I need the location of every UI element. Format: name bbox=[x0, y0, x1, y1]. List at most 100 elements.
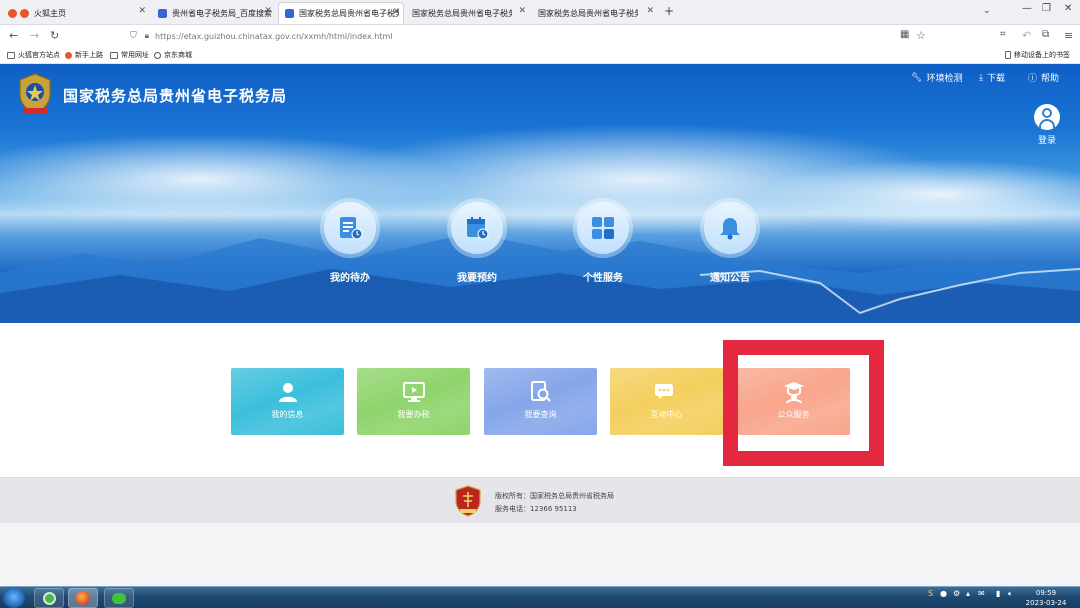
hero-item-label: 我要预约 bbox=[457, 273, 497, 284]
crop-icon[interactable]: ⌗ bbox=[1000, 29, 1006, 40]
tab-label: 贵州省电子税务局_百度搜索 bbox=[172, 8, 272, 18]
system-clock[interactable]: 09:59 2023-03-24 bbox=[1024, 588, 1068, 608]
footer-copyright: 版权所有：国家税务总局贵州省税务局 bbox=[495, 492, 614, 500]
taskbar-app-firefox[interactable] bbox=[68, 588, 98, 608]
bookmark-label: 火狐官方站点 bbox=[18, 51, 60, 59]
url-text[interactable]: https://etax.guizhou.chinatax.gov.cn/xxm… bbox=[155, 32, 392, 41]
close-icon[interactable]: ✕ bbox=[392, 7, 400, 17]
env-check-label: 环境检测 bbox=[926, 74, 963, 84]
firefox-icon bbox=[8, 8, 17, 18]
start-button[interactable] bbox=[3, 588, 25, 608]
forward-arrow-icon[interactable]: → bbox=[30, 29, 39, 42]
undo-icon[interactable]: ↶ bbox=[1022, 29, 1031, 42]
minimize-icon[interactable]: — bbox=[1022, 3, 1032, 14]
reload-icon[interactable]: ↻ bbox=[50, 29, 59, 42]
download-icon: ⤓ bbox=[979, 72, 983, 83]
bookmark-getting-started[interactable]: 新手上路 bbox=[65, 50, 103, 60]
bookmark-firefox-site[interactable]: 火狐官方站点 bbox=[7, 50, 60, 60]
close-icon[interactable]: ✕ bbox=[646, 6, 654, 16]
hero-item-label: 通知公告 bbox=[710, 273, 750, 284]
card-interaction-center[interactable]: 互动中心 bbox=[610, 368, 723, 435]
card-query[interactable]: 我要查询 bbox=[484, 368, 597, 435]
tray-app-icon[interactable]: S bbox=[928, 589, 933, 598]
site-footer: 版权所有：国家税务总局贵州省税务局 服务电话：12366 95113 bbox=[0, 477, 1080, 523]
card-label: 我要查询 bbox=[524, 410, 557, 419]
qr-code-icon[interactable]: ▦ bbox=[900, 29, 909, 40]
tab-etax-2[interactable]: 国家税务总局贵州省电子税务局 ✕ bbox=[406, 2, 530, 24]
bookmark-jd[interactable]: 京东商城 bbox=[154, 50, 192, 60]
site-favicon-icon bbox=[285, 9, 294, 18]
chevron-down-icon[interactable]: ⌄ bbox=[983, 6, 991, 16]
download-label: 下载 bbox=[986, 74, 1005, 84]
tax-emblem-logo bbox=[455, 485, 481, 517]
bookmarks-bar: 火狐官方站点 新手上路 常用网址 京东商城 移动设备上的书签 bbox=[0, 47, 1080, 64]
hero-item-label: 个性服务 bbox=[583, 273, 623, 284]
avatar-icon bbox=[1034, 104, 1060, 130]
firefox-icon bbox=[65, 51, 72, 59]
windows-taskbar: S ● ⚙ ▴ ✉ ▮ 🔈︎ 09:59 2023-03-24 bbox=[0, 586, 1080, 608]
mountains-illustration bbox=[0, 233, 1080, 323]
user-icon bbox=[278, 383, 297, 402]
bookmark-mobile[interactable]: 移动设备上的书签 bbox=[1005, 50, 1070, 60]
firefox-icon bbox=[20, 8, 29, 18]
close-icon[interactable]: ✕ bbox=[138, 6, 146, 16]
maximize-icon[interactable]: ❐ bbox=[1042, 3, 1051, 14]
help-link[interactable]: ⓘ 帮助 bbox=[1028, 71, 1059, 84]
hero-item-notice[interactable]: 通知公告 bbox=[695, 198, 765, 284]
app-360-icon bbox=[42, 591, 56, 605]
tab-label: 国家税务总局贵州省电子税务局 bbox=[299, 9, 399, 18]
taskbar-app-360[interactable] bbox=[34, 588, 64, 608]
download-link[interactable]: ⤓ 下载 bbox=[979, 71, 1005, 85]
page-blank-area bbox=[0, 523, 1080, 586]
lock-icon: 🔒︎ bbox=[144, 31, 150, 40]
tray-wechat-icon[interactable]: ✉ bbox=[978, 589, 985, 598]
tab-etax-3[interactable]: 国家税务总局贵州省电子税务局 ✕ bbox=[532, 2, 658, 24]
tray-expand-icon[interactable]: ▴ bbox=[966, 589, 970, 598]
new-tab-icon[interactable]: + bbox=[664, 4, 674, 18]
hero-item-personal-service[interactable]: 个性服务 bbox=[568, 198, 638, 284]
browser-nav-bar: ← → ↻ ⛉ 🔒︎ https://etax.guizhou.chinatax… bbox=[0, 25, 1080, 47]
calendar-icon bbox=[467, 217, 489, 240]
grid-apps-icon bbox=[592, 217, 614, 239]
main-content: 我的信息 我要办税 我要查询 互动中心 公众服务 bbox=[0, 323, 1080, 477]
menu-icon[interactable]: ≡ bbox=[1064, 29, 1073, 42]
tab-baidu-search[interactable]: 贵州省电子税务局_百度搜索 ✕ bbox=[152, 2, 276, 24]
paw-icon bbox=[158, 8, 167, 18]
network-icon[interactable]: ▮ bbox=[996, 589, 1000, 598]
close-icon[interactable]: ✕ bbox=[264, 6, 272, 16]
volume-icon[interactable]: 🔈︎ bbox=[1008, 589, 1013, 599]
tab-etax-active[interactable]: 国家税务总局贵州省电子税务局 ✕ bbox=[278, 2, 404, 24]
login-button[interactable]: 登录 bbox=[1032, 104, 1062, 146]
browser-tab-bar: 火狐主页 ✕ 贵州省电子税务局_百度搜索 ✕ 国家税务总局贵州省电子税务局 ✕ … bbox=[0, 0, 1080, 25]
extensions-icon[interactable]: ⧉ bbox=[1042, 29, 1049, 40]
tab-firefox-home[interactable]: 火狐主页 ✕ bbox=[2, 2, 150, 24]
taskbar-app-wechat[interactable] bbox=[104, 588, 134, 608]
footer-phone: 服务电话：12366 95113 bbox=[495, 505, 577, 513]
tray-settings-icon[interactable]: ⚙ bbox=[953, 589, 960, 598]
card-label: 互动中心 bbox=[650, 410, 683, 419]
url-bar[interactable]: ⛉ 🔒︎ https://etax.guizhou.chinatax.gov.c… bbox=[130, 27, 930, 45]
help-icon: ⓘ bbox=[1028, 74, 1038, 84]
site-title: 国家税务总局贵州省电子税务局 bbox=[63, 87, 288, 105]
star-bookmark-icon[interactable]: ☆ bbox=[916, 29, 926, 42]
mobile-icon bbox=[1005, 51, 1011, 59]
folder-icon bbox=[7, 51, 15, 59]
close-icon[interactable]: ✕ bbox=[518, 6, 526, 16]
folder-icon bbox=[110, 51, 118, 59]
wrench-icon: 🔧︎ bbox=[911, 72, 923, 83]
card-file-tax[interactable]: 我要办税 bbox=[357, 368, 470, 435]
back-arrow-icon[interactable]: ← bbox=[9, 29, 18, 42]
tax-bureau-logo bbox=[19, 73, 51, 115]
hero-item-my-todo[interactable]: 我的待办 bbox=[315, 198, 385, 284]
card-my-info[interactable]: 我的信息 bbox=[231, 368, 344, 435]
bookmark-label: 移动设备上的书签 bbox=[1014, 51, 1070, 59]
tray-ime-icon[interactable]: ● bbox=[940, 589, 947, 598]
env-check-link[interactable]: 🔧︎ 环境检测 bbox=[911, 71, 963, 85]
close-window-icon[interactable]: ✕ bbox=[1064, 3, 1072, 14]
globe-icon bbox=[154, 51, 161, 59]
chat-icon bbox=[654, 384, 673, 399]
wechat-icon bbox=[112, 592, 126, 604]
hero-item-appointment[interactable]: 我要预约 bbox=[442, 198, 512, 284]
bookmark-common-sites[interactable]: 常用网址 bbox=[110, 50, 149, 60]
hero-item-label: 我的待办 bbox=[330, 273, 370, 284]
